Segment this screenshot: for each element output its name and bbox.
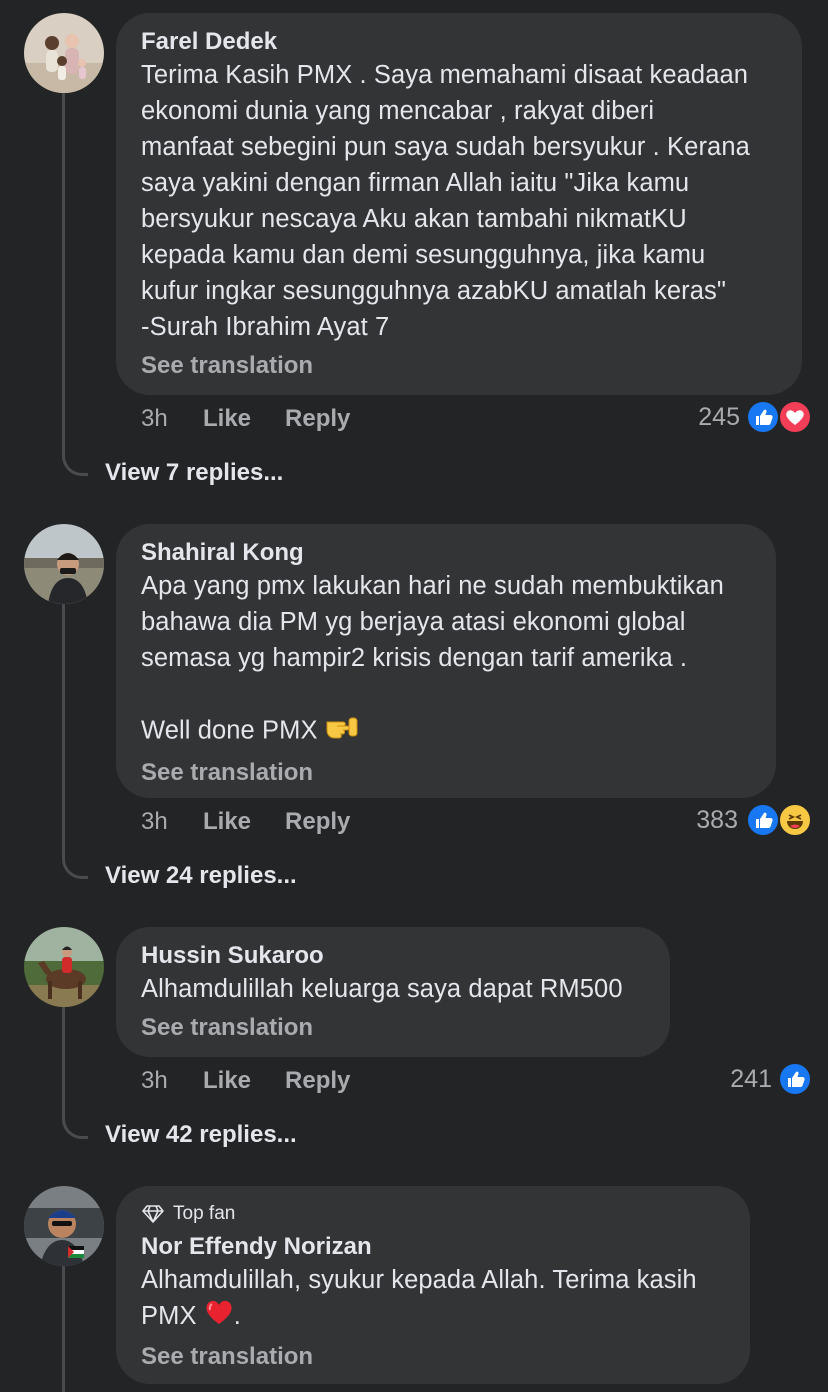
reply-thread-line <box>62 1007 65 1115</box>
haha-icon <box>778 803 812 837</box>
reaction-count[interactable]: 383 <box>678 806 738 835</box>
reply-button[interactable]: Reply <box>285 405 350 433</box>
view-replies-link[interactable]: View 7 replies... <box>105 459 283 487</box>
reply-button[interactable]: Reply <box>285 808 350 836</box>
love-icon <box>778 400 812 434</box>
comment-text: Alhamdulillah keluarga saya dapat RM500 <box>141 975 623 1003</box>
comment-timestamp[interactable]: 3h <box>141 808 203 836</box>
comment-text-line-2-end: . <box>233 1302 241 1330</box>
see-translation-link[interactable]: See translation <box>141 351 777 381</box>
view-replies-link[interactable]: View 42 replies... <box>105 1121 297 1149</box>
comment-bubble[interactable]: Shahiral Kong Apa yang pmx lakukan hari … <box>116 524 776 798</box>
like-button[interactable]: Like <box>203 1067 251 1095</box>
avatar[interactable] <box>24 927 104 1007</box>
comment-actions: 3h Like Reply <box>141 405 384 433</box>
comment-actions: 3h Like Reply <box>141 808 384 836</box>
top-fan-badge: Top fan <box>141 1202 725 1226</box>
reply-button[interactable]: Reply <box>285 1067 350 1095</box>
like-icon <box>778 1062 812 1096</box>
comment-text-line-2: PMX <box>141 1302 197 1330</box>
comment-bubble[interactable]: Top fan Nor Effendy Norizan Alhamdulilla… <box>116 1186 750 1384</box>
commenter-name[interactable]: Farel Dedek <box>141 27 777 57</box>
commenter-name[interactable]: Nor Effendy Norizan <box>141 1232 725 1262</box>
commenter-name[interactable]: Hussin Sukaroo <box>141 941 645 971</box>
reply-thread-line <box>62 92 65 452</box>
like-button[interactable]: Like <box>203 405 251 433</box>
avatar-man-sunglasses-icon <box>24 1186 104 1266</box>
reply-thread-line <box>62 1266 65 1392</box>
reaction-count[interactable]: 241 <box>712 1065 772 1094</box>
reply-thread-curve <box>62 452 88 476</box>
avatar[interactable] <box>24 1186 104 1266</box>
see-translation-link[interactable]: See translation <box>141 758 751 788</box>
comment-text-line-1: Alhamdulillah, syukur kepada Allah. Teri… <box>141 1266 697 1294</box>
red-heart-emoji <box>204 1298 234 1336</box>
salute-hand-emoji <box>325 712 359 752</box>
reaction-icons[interactable] <box>746 803 814 837</box>
reaction-count[interactable]: 245 <box>680 403 740 432</box>
avatar-horse-rider-icon <box>24 927 104 1007</box>
like-button[interactable]: Like <box>203 808 251 836</box>
comment-text-body: Apa yang pmx lakukan hari ne sudah membu… <box>141 572 724 745</box>
see-translation-link[interactable]: See translation <box>141 1342 725 1372</box>
comment-actions: 3h Like Reply <box>141 1067 384 1095</box>
comment-text: Alhamdulillah, syukur kepada Allah. Teri… <box>141 1262 725 1336</box>
comment-bubble[interactable]: Farel Dedek Terima Kasih PMX . Saya mema… <box>116 13 802 395</box>
view-replies-link[interactable]: View 24 replies... <box>105 862 297 890</box>
commenter-name[interactable]: Shahiral Kong <box>141 538 751 568</box>
comment-timestamp[interactable]: 3h <box>141 1067 203 1095</box>
avatar[interactable] <box>24 13 104 93</box>
reaction-icons[interactable] <box>746 400 814 434</box>
diamond-icon <box>142 1205 164 1223</box>
avatar-man-outdoor-icon <box>24 524 104 604</box>
reaction-icons[interactable] <box>778 1062 814 1096</box>
comment-text: Terima Kasih PMX . Saya memahami disaat … <box>141 61 750 341</box>
see-translation-link[interactable]: See translation <box>141 1013 645 1043</box>
reply-thread-line <box>62 604 65 855</box>
comment-timestamp[interactable]: 3h <box>141 405 203 433</box>
like-icon <box>746 803 780 837</box>
like-icon <box>746 400 780 434</box>
reply-thread-curve <box>62 855 88 879</box>
top-fan-label: Top fan <box>173 1203 236 1224</box>
comment-bubble[interactable]: Hussin Sukaroo Alhamdulillah keluarga sa… <box>116 927 670 1057</box>
avatar-family-photo-icon <box>24 13 104 93</box>
avatar[interactable] <box>24 524 104 604</box>
comment-text: Apa yang pmx lakukan hari ne sudah membu… <box>141 568 751 752</box>
reply-thread-curve <box>62 1115 88 1139</box>
